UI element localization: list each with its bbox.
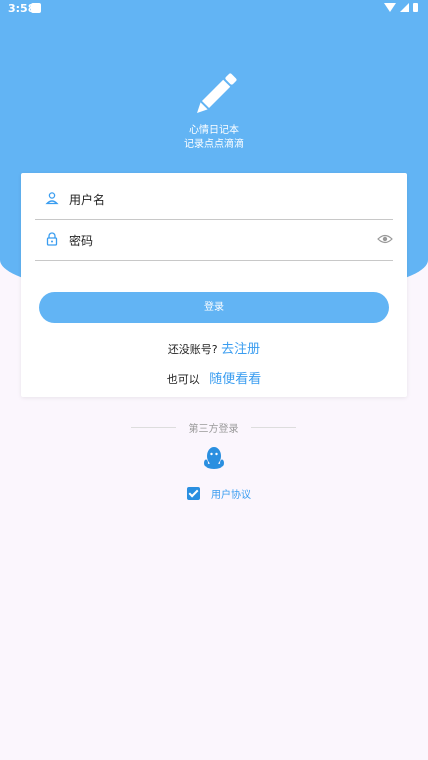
app-slogan: 记录点点滴滴 (184, 139, 244, 150)
third-party-divider: 第三方登录 (131, 420, 296, 435)
status-icons (384, 3, 418, 12)
app-title: 心情日记本 (189, 125, 239, 136)
notification-app-icon (31, 3, 41, 13)
divider-line (131, 427, 176, 428)
divider-line (251, 427, 296, 428)
signal-icon (400, 3, 409, 12)
agreement-row: 用户协议 (187, 486, 251, 501)
guest-row: 也可以 随便看看 (21, 368, 407, 387)
status-bar: 3:58 (0, 0, 428, 18)
battery-icon (413, 3, 418, 12)
qq-icon[interactable] (203, 446, 225, 470)
username-field[interactable]: 用户名 (35, 179, 393, 220)
pencil-logo-icon (197, 73, 237, 113)
no-account-text: 还没账号? (167, 343, 218, 356)
third-party-label: 第三方登录 (188, 424, 239, 435)
register-row: 还没账号? 去注册 (21, 338, 407, 357)
username-label: 用户名 (69, 193, 106, 207)
user-icon (45, 192, 59, 205)
agreement-checkbox[interactable] (187, 486, 200, 500)
guest-browse-link[interactable]: 随便看看 (209, 372, 261, 387)
lock-icon (46, 232, 58, 246)
login-button[interactable]: 登录 (39, 292, 389, 323)
password-field[interactable]: 密码 (35, 220, 393, 261)
wifi-icon (384, 3, 396, 12)
password-label: 密码 (69, 234, 94, 248)
eye-icon[interactable] (377, 233, 393, 245)
login-card: 用户名 密码 登录 还没账号? 去注册 也可以 随便看看 (21, 173, 407, 397)
register-link[interactable]: 去注册 (221, 342, 260, 357)
agreement-link[interactable]: 用户协议 (211, 486, 251, 501)
guest-prefix-text: 也可以 (166, 373, 200, 386)
